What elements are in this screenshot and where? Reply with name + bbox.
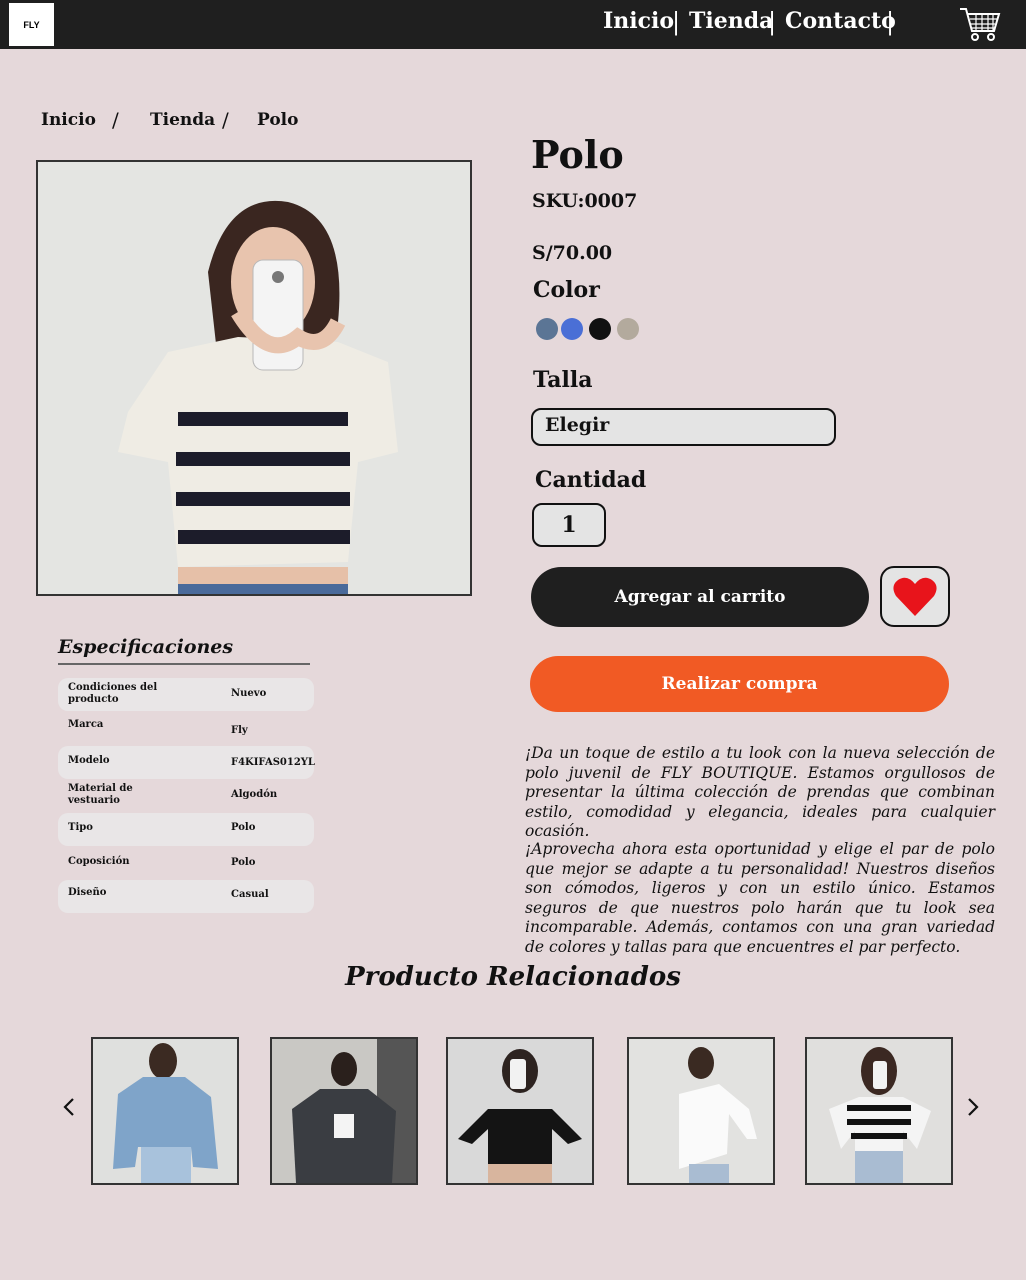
shopping-cart-icon[interactable] xyxy=(958,5,1002,43)
color-swatch-blue[interactable] xyxy=(561,318,583,340)
nav-separator: | xyxy=(886,8,895,36)
heart-icon xyxy=(893,577,937,616)
spec-value: Algodón xyxy=(231,789,278,800)
chevron-left-icon[interactable] xyxy=(62,1096,76,1124)
breadcrumb-separator: / xyxy=(222,108,229,132)
product-main-image xyxy=(36,160,472,596)
spec-value: Fly xyxy=(231,725,248,736)
description-paragraph-2: ¡Aprovecha ahora esta oportunidad y elig… xyxy=(525,840,995,956)
buy-now-label: Realizar compra xyxy=(661,674,818,694)
related-product-black-denim-jacket[interactable] xyxy=(270,1037,418,1185)
breadcrumb-polo: Polo xyxy=(257,110,299,130)
spec-key: Marca xyxy=(68,719,104,730)
product-title: Polo xyxy=(531,132,624,177)
specs-divider xyxy=(58,663,310,665)
spec-row: Coposición Polo xyxy=(58,848,314,881)
spec-value: Polo xyxy=(231,857,256,868)
spec-key: Condiciones del producto xyxy=(68,682,158,705)
nav-separator: | xyxy=(672,8,681,36)
color-label: Color xyxy=(533,277,600,303)
breadcrumb-separator: / xyxy=(112,108,119,132)
quantity-input[interactable]: 1 xyxy=(532,503,606,547)
nav-contacto[interactable]: Contacto xyxy=(785,8,896,34)
logo[interactable]: FLY xyxy=(9,3,54,46)
spec-row: Material de vestuario Algodón xyxy=(58,781,314,814)
size-select-value: Elegir xyxy=(545,414,610,436)
quantity-label: Cantidad xyxy=(535,467,647,493)
description-paragraph-1: ¡Da un toque de estilo a tu look con la … xyxy=(525,744,995,840)
quantity-value: 1 xyxy=(561,512,577,538)
spec-row: Diseño Casual xyxy=(58,880,314,913)
spec-row: Modelo F4KIFAS012YL xyxy=(58,746,315,779)
size-label: Talla xyxy=(533,367,593,393)
related-title: Producto Relacionados xyxy=(345,962,681,992)
spec-row: Tipo Polo xyxy=(58,813,314,846)
chevron-right-icon[interactable] xyxy=(966,1096,980,1124)
related-product-denim-jacket[interactable] xyxy=(91,1037,239,1185)
spec-key: Coposición xyxy=(68,856,130,867)
color-swatch-black[interactable] xyxy=(589,318,611,340)
nav-inicio[interactable]: Inicio xyxy=(603,8,674,34)
spec-key: Material de vestuario xyxy=(68,783,133,806)
product-price: S/70.00 xyxy=(532,242,613,264)
related-product-striped-long-sleeve-top[interactable] xyxy=(805,1037,953,1185)
buy-now-button[interactable]: Realizar compra xyxy=(530,656,949,712)
spec-value: Polo xyxy=(231,822,256,833)
nav-separator: | xyxy=(768,8,777,36)
spec-key: Modelo xyxy=(68,755,110,766)
color-swatch-steel-blue[interactable] xyxy=(536,318,558,340)
spec-value: F4KIFAS012YL xyxy=(231,757,315,768)
related-product-white-asymmetric-top[interactable] xyxy=(627,1037,775,1185)
specs-title: Especificaciones xyxy=(58,636,234,658)
breadcrumb-tienda[interactable]: Tienda xyxy=(150,110,215,130)
favorite-button[interactable] xyxy=(880,566,950,627)
breadcrumb-inicio[interactable]: Inicio xyxy=(41,110,96,130)
spec-value: Casual xyxy=(231,889,269,900)
nav-tienda[interactable]: Tienda xyxy=(689,8,773,34)
spec-key: Diseño xyxy=(68,887,107,898)
spec-row: Condiciones del producto Nuevo xyxy=(58,678,314,711)
logo-text: FLY xyxy=(23,19,40,30)
spec-key: Tipo xyxy=(68,822,93,833)
product-sku: SKU:0007 xyxy=(532,190,638,212)
add-to-cart-label: Agregar al carrito xyxy=(614,587,786,607)
size-select[interactable]: Elegir xyxy=(531,408,836,446)
spec-row: Marca Fly xyxy=(58,713,314,746)
related-product-black-cutout-top[interactable] xyxy=(446,1037,594,1185)
color-swatch-beige[interactable] xyxy=(617,318,639,340)
add-to-cart-button[interactable]: Agregar al carrito xyxy=(531,567,869,627)
spec-value: Nuevo xyxy=(231,688,267,699)
